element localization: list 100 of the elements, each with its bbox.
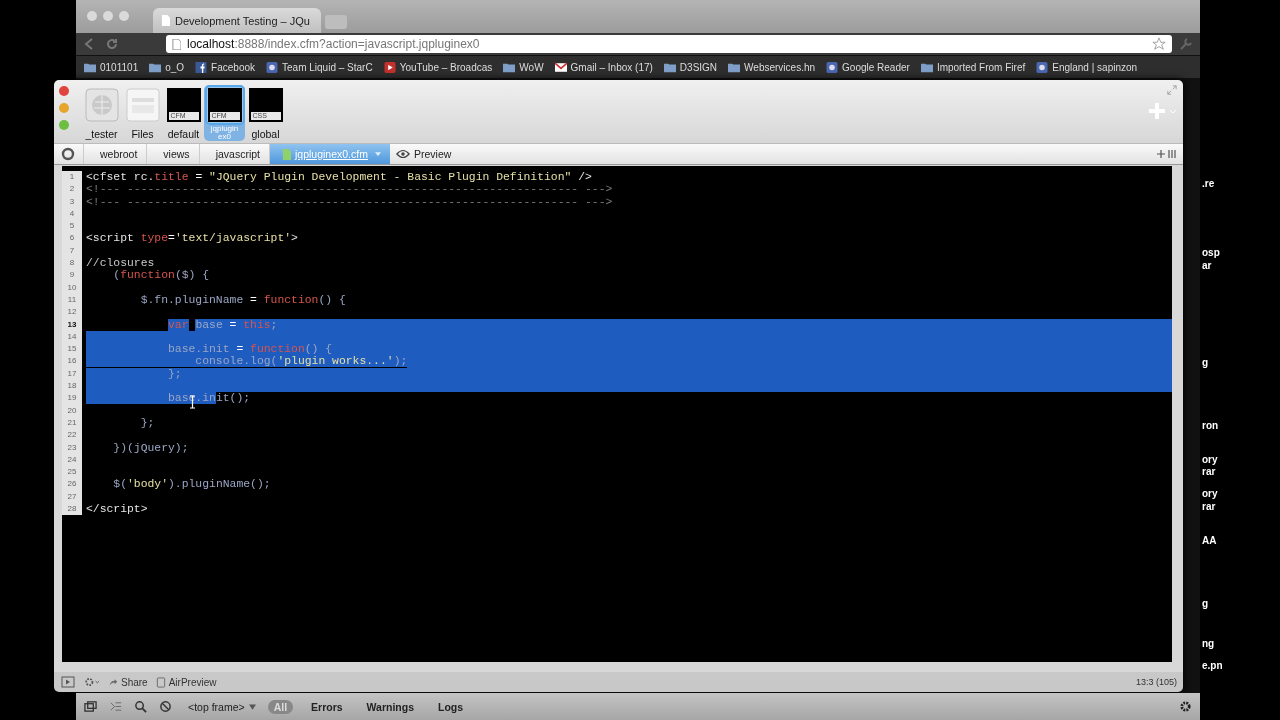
globe-icon [84, 88, 119, 122]
desktop-file-label: AA [1202, 535, 1217, 546]
code-line: <cfset rc.title = "JQuery Plugin Development - Basic Plugin Definition" /> [86, 171, 592, 184]
desktop-file-label: g [1202, 357, 1209, 368]
code-line: //closures [86, 257, 155, 270]
browser-tab[interactable]: Development Testing – JQu [153, 8, 321, 33]
bookmark[interactable]: YouTube – Broadcas [383, 61, 493, 73]
bookmark[interactable]: Google Reader [826, 61, 910, 73]
desktop-file-label: ron [1202, 420, 1219, 431]
breadcrumb[interactable]: webroot [83, 144, 147, 164]
bookmark[interactable]: Webservices.hn [728, 61, 816, 73]
breadcrumb[interactable]: views [146, 144, 199, 164]
code-line: <!--- ------------------------------------------------------------------ ---> [86, 183, 613, 196]
line-number: 6 [62, 232, 82, 245]
bookmark[interactable]: D3SIGN [663, 61, 718, 73]
play-icon [383, 61, 396, 73]
share-button[interactable]: Share [108, 676, 148, 688]
site-icon [266, 61, 279, 73]
search-icon[interactable] [134, 700, 147, 713]
bookmark[interactable]: Facebook [195, 61, 256, 73]
box-icon [125, 88, 160, 122]
wrench-icon[interactable] [1178, 36, 1194, 52]
line-number: 18 [62, 380, 82, 393]
desktop-file-label: rar [1202, 466, 1216, 477]
address-field[interactable]: localhost:8888/index.cfm?action=javascript.jqpluginex0 [166, 35, 1172, 53]
line-number: 9 [62, 269, 82, 282]
filter-tab[interactable]: Errors [305, 699, 349, 714]
eye-icon [395, 149, 410, 159]
page-icon [172, 38, 181, 50]
line-number: 8 [62, 257, 82, 270]
desktop-file-label: rar [1202, 501, 1216, 512]
line-number: 19 [62, 392, 82, 405]
folder-icon [663, 61, 676, 73]
code-line: $('body').pluginName(); [112, 478, 271, 491]
fullscreen-icon[interactable] [1167, 85, 1177, 95]
split-icon[interactable] [1157, 149, 1177, 159]
desktop-file-label: osp [1202, 247, 1220, 258]
folder-icon [728, 61, 741, 73]
bookmark[interactable]: Team Liquid – StarC [266, 61, 373, 73]
filter-tab[interactable]: Warnings [360, 699, 420, 714]
desktop-file-label: ory [1202, 488, 1218, 499]
minimize-button[interactable] [59, 103, 69, 113]
code-line: }; [139, 416, 155, 430]
line-number: 25 [62, 466, 82, 479]
bookmark[interactable]: Imported From Firef [920, 61, 1026, 73]
line-number: 5 [62, 220, 82, 233]
star-icon[interactable] [1152, 37, 1166, 51]
line-number: 12 [62, 306, 82, 319]
code-line: <!--- ------------------------------------------------------------------ ---> [86, 195, 613, 208]
settings-icon[interactable] [1179, 700, 1192, 713]
bookmark[interactable]: WoW [503, 61, 544, 73]
line-number: 15 [62, 343, 82, 356]
code-line: console.log('plugin works...'); [86, 355, 408, 368]
line-number: 26 [62, 478, 82, 491]
desktop-file-label: g [1202, 598, 1209, 609]
cursor-position: 13:3 (105) [1135, 677, 1177, 687]
line-number: 1 [62, 171, 82, 184]
preview-button[interactable]: Preview [389, 148, 452, 160]
desktop-file-label: ar [1202, 260, 1212, 271]
code-line: var base = this; [167, 318, 278, 331]
code-line: base.init = function() { [86, 343, 333, 356]
breadcrumb[interactable]: javascript [198, 144, 269, 164]
line-number: 16 [62, 355, 82, 368]
caret-icon [374, 151, 381, 157]
dock-icon[interactable] [84, 700, 97, 713]
file-icon [282, 148, 291, 160]
line-number: 22 [62, 429, 82, 442]
code-line: </script> [86, 503, 148, 516]
circle-icon[interactable] [61, 147, 75, 161]
page-icon [161, 15, 170, 26]
site-icon [826, 61, 839, 73]
desktop-file-label: ng [1202, 638, 1215, 649]
bookmark[interactable]: England | sapinzon [1036, 61, 1138, 73]
folder-icon [84, 61, 96, 73]
filter-tab[interactable]: Logs [432, 699, 470, 714]
bookmark[interactable]: Gmail – Inbox (17) [554, 61, 653, 73]
code-line: $.fn.pluginName = function() { [139, 293, 346, 307]
clear-icon[interactable] [159, 700, 172, 713]
folder-icon [503, 61, 516, 73]
line-number: 2 [62, 183, 82, 196]
reload-icon[interactable] [104, 36, 120, 52]
airpreview-button[interactable]: AirPreview [155, 676, 217, 688]
code-line: (function($) { [112, 269, 210, 282]
project-item[interactable]: Files [122, 85, 163, 140]
settings-icon[interactable] [84, 676, 100, 688]
project-item[interactable]: _tester [81, 85, 122, 140]
bookmark[interactable]: 0101101 [84, 61, 139, 73]
frame-selector[interactable]: <top frame> [184, 700, 256, 713]
code-line: <script type='text/javascript'> [86, 232, 298, 245]
desktop-file-label: .re [1202, 178, 1215, 189]
console-icon[interactable] [109, 700, 122, 713]
close-button[interactable] [59, 86, 69, 96]
caret-icon [248, 703, 256, 710]
envelope-icon [554, 61, 567, 73]
bookmark[interactable]: o_O [149, 61, 185, 73]
folder-icon [920, 61, 933, 73]
desktop-file-label: e.pn [1202, 660, 1223, 671]
console-toggle-icon[interactable] [60, 676, 76, 688]
device-icon [155, 676, 166, 688]
zoom-button[interactable] [59, 120, 69, 130]
